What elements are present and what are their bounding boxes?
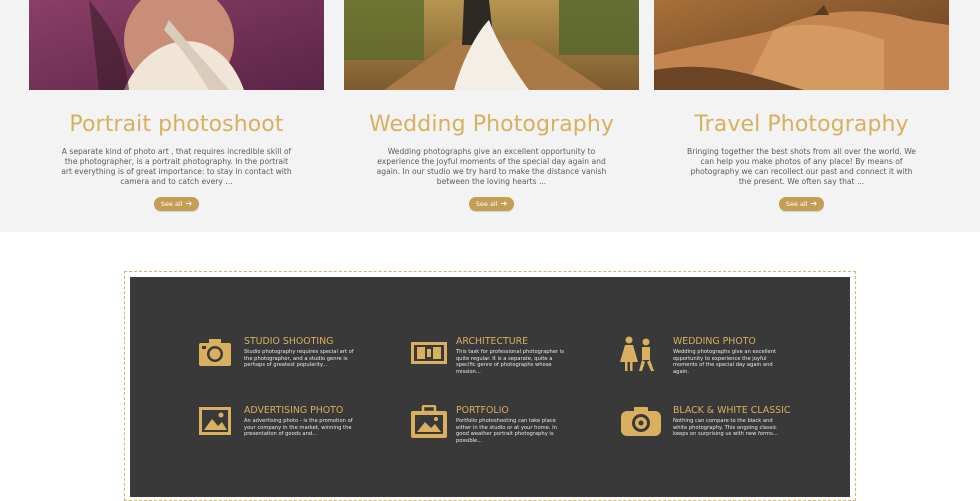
- card-travel: Travel Photography Bringing together the…: [654, 0, 949, 211]
- see-all-button[interactable]: See all ➔: [153, 197, 200, 211]
- see-all-button[interactable]: See all ➔: [468, 197, 515, 211]
- service-title: ADVERTISING PHOTO: [244, 405, 344, 416]
- service-description: Nothing can compare to the black and whi…: [673, 418, 778, 438]
- service-title: PORTFOLIO: [456, 405, 509, 416]
- services-cards-section: Portrait photoshoot A separate kind of p…: [0, 0, 980, 232]
- see-all-label: See all: [160, 200, 183, 208]
- card-title: Travel Photography: [694, 112, 909, 137]
- card-wedding: Wedding Photography Wedding photographs …: [344, 0, 639, 211]
- service-description: Studio photography requires special art …: [244, 349, 354, 369]
- service-description: Portfolio photoshooting can take place e…: [456, 418, 558, 444]
- service-description: Wedding photographs give an excellent op…: [673, 349, 777, 375]
- services-panel: STUDIO SHOOTING Studio photography requi…: [130, 277, 850, 497]
- portrait-photo[interactable]: [29, 0, 324, 90]
- service-description: This task for professional photographer …: [456, 349, 564, 375]
- card-title: Wedding Photography: [368, 112, 615, 137]
- card-portrait: Portrait photoshoot A separate kind of p…: [29, 0, 324, 211]
- arrow-right-icon: ➔: [810, 199, 818, 208]
- see-all-label: See all: [475, 200, 498, 208]
- service-title: BLACK & WHITE CLASSIC: [673, 405, 791, 416]
- picture-icon: [199, 407, 231, 435]
- card-description: A separate kind of photo art , that requ…: [61, 147, 292, 186]
- service-title: STUDIO SHOOTING: [244, 336, 334, 347]
- retro-camera-icon: [621, 407, 661, 436]
- couple-icon: [620, 336, 654, 371]
- portfolio-icon: [411, 405, 447, 438]
- wedding-photo[interactable]: [344, 0, 639, 90]
- travel-photo[interactable]: [654, 0, 949, 90]
- see-all-label: See all: [785, 200, 808, 208]
- arrow-right-icon: ➔: [500, 199, 508, 208]
- service-description: An advertising photo - is the promotion …: [244, 418, 353, 438]
- service-title: WEDDING PHOTO: [673, 336, 756, 347]
- arrow-right-icon: ➔: [185, 199, 193, 208]
- service-title: ARCHITECTURE: [456, 336, 529, 347]
- see-all-button[interactable]: See all ➔: [778, 197, 825, 211]
- card-description: Wedding photographs give an excellent op…: [376, 147, 607, 186]
- card-title: Portrait photoshoot: [69, 112, 284, 137]
- card-description: Bringing together the best shots from al…: [687, 147, 916, 186]
- building-icon: [411, 342, 447, 364]
- camera-icon: [199, 339, 231, 366]
- services-frame: STUDIO SHOOTING Studio photography requi…: [124, 271, 856, 501]
